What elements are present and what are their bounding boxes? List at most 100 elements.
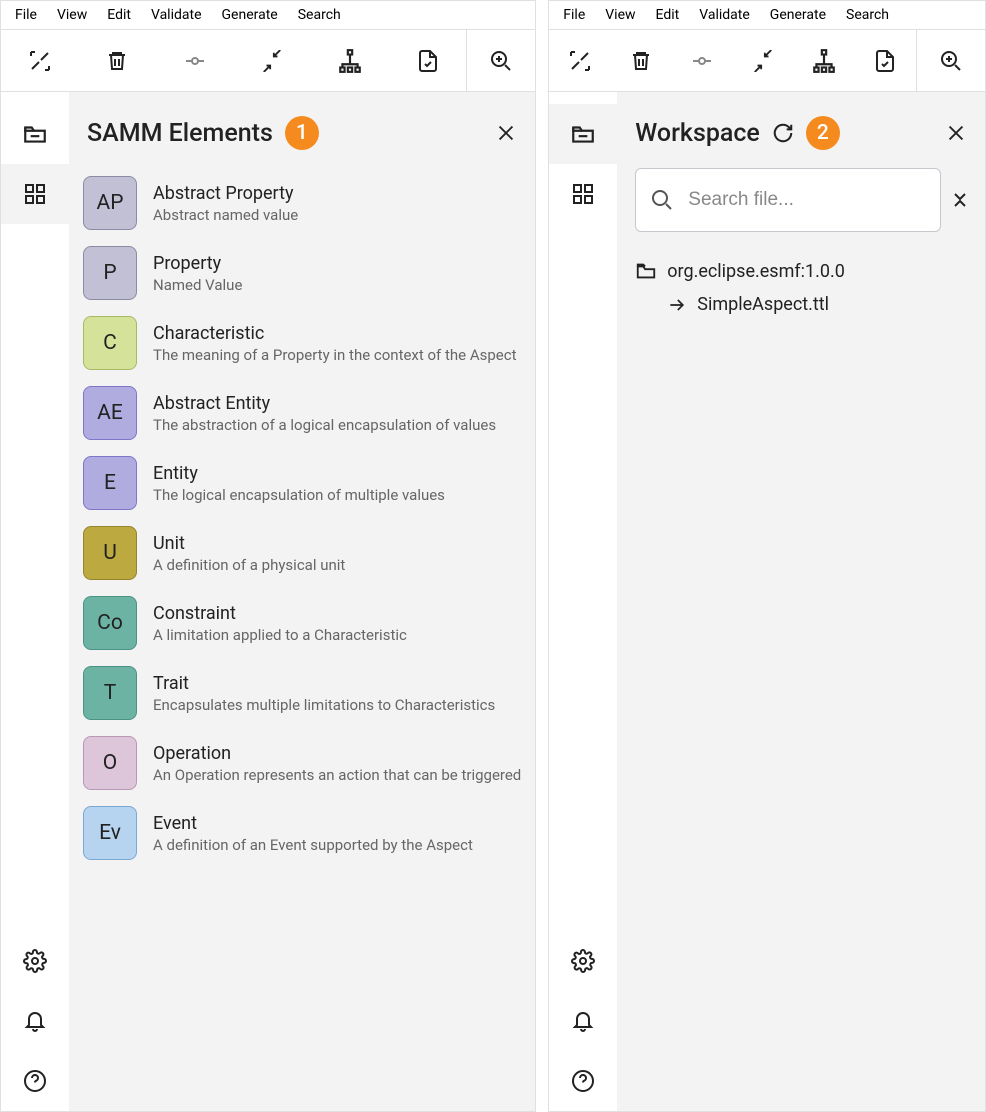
refresh-icon[interactable] [772,122,794,144]
toolbar [549,30,985,92]
elements-panel: SAMM Elements 1 AP Abstract Property Abstr… [69,92,535,1111]
menu-edit[interactable]: Edit [97,3,141,27]
panel-title: Workspace [635,119,760,148]
menu-validate[interactable]: Validate [689,3,760,27]
tree-namespace-label: org.eclipse.esmf:1.0.0 [667,261,845,282]
folder-rail-button[interactable] [549,104,617,164]
minimize-tool[interactable] [733,30,794,91]
expand-collapse-button[interactable] [953,192,967,208]
zoom-in-tool[interactable] [917,30,985,91]
help-rail-button[interactable] [1,1051,69,1111]
collapse-tool[interactable] [1,30,79,91]
element-abbr-box: O [83,736,137,790]
menu-validate[interactable]: Validate [141,3,212,27]
element-desc: A definition of an Event supported by th… [153,836,521,854]
element-item[interactable]: P Property Named Value [83,238,521,308]
hierarchy-tool[interactable] [794,30,855,91]
connect-tool[interactable] [156,30,234,91]
element-abbr-box: U [83,526,137,580]
hierarchy-tool[interactable] [311,30,389,91]
element-title: Trait [153,673,521,694]
help-rail-button[interactable] [549,1051,617,1111]
workspace-panel: Workspace 2 [617,92,985,1111]
element-desc: The logical encapsulation of multiple va… [153,486,521,504]
element-abbr-box: T [83,666,137,720]
element-abbr-box: Ev [83,806,137,860]
minimize-tool[interactable] [234,30,312,91]
menu-search[interactable]: Search [836,3,899,27]
element-desc: The meaning of a Property in the context… [153,346,521,364]
element-desc: A definition of a physical unit [153,556,521,574]
elements-rail-button[interactable] [1,164,69,224]
element-desc: Named Value [153,276,521,294]
close-icon[interactable] [945,122,967,144]
menu-edit[interactable]: Edit [646,3,690,27]
element-abbr-box: AP [83,176,137,230]
element-abbr-box: P [83,246,137,300]
element-desc: An Operation represents an action that c… [153,766,521,784]
element-item[interactable]: AP Abstract Property Abstract named value [83,168,521,238]
tree-file-label: SimpleAspect.ttl [697,294,829,315]
element-item[interactable]: Ev Event A definition of an Event supporte… [83,798,521,868]
element-abbr-box: Co [83,596,137,650]
settings-rail-button[interactable] [549,931,617,991]
panel-title: SAMM Elements [87,119,273,148]
element-title: Characteristic [153,323,521,344]
menu-bar: File View Edit Validate Generate Search [549,1,985,30]
menu-generate[interactable]: Generate [212,3,288,27]
element-item[interactable]: O Operation An Operation represents an act… [83,728,521,798]
menu-generate[interactable]: Generate [760,3,836,27]
toolbar [1,30,535,92]
delete-tool[interactable] [79,30,157,91]
validate-tool[interactable] [855,30,916,91]
delete-tool[interactable] [610,30,671,91]
side-rail [1,92,69,1111]
elements-rail-button[interactable] [549,164,617,224]
menu-search[interactable]: Search [288,3,351,27]
element-item[interactable]: U Unit A definition of a physical unit [83,518,521,588]
element-abbr-box: E [83,456,137,510]
element-item[interactable]: E Entity The logical encapsulation of mult… [83,448,521,518]
element-desc: A limitation applied to a Characteristic [153,626,521,644]
collapse-tool[interactable] [549,30,610,91]
element-desc: Abstract named value [153,206,521,224]
element-item[interactable]: Co Constraint A limitation applied to a Ch… [83,588,521,658]
menu-file[interactable]: File [553,3,595,27]
search-input[interactable] [686,188,926,212]
element-title: Event [153,813,521,834]
element-desc: The abstraction of a logical encapsulati… [153,416,521,434]
element-title: Abstract Entity [153,393,521,414]
element-title: Abstract Property [153,183,521,204]
zoom-in-tool[interactable] [467,30,535,91]
tree-namespace[interactable]: org.eclipse.esmf:1.0.0 [627,254,975,288]
search-input-container[interactable] [635,168,941,232]
notifications-rail-button[interactable] [549,991,617,1051]
editor-window-2: File View Edit Validate Generate Search [548,0,986,1112]
close-icon[interactable] [495,122,517,144]
side-rail [549,92,617,1111]
element-title: Operation [153,743,521,764]
menu-bar: File View Edit Validate Generate Search [1,1,535,30]
settings-rail-button[interactable] [1,931,69,991]
element-item[interactable]: AE Abstract Entity The abstraction of a lo… [83,378,521,448]
callout-badge-1: 1 [285,116,319,150]
element-title: Property [153,253,521,274]
element-title: Entity [153,463,521,484]
workspace-tree: org.eclipse.esmf:1.0.0 SimpleAspect.ttl [617,242,985,333]
element-item[interactable]: C Characteristic The meaning of a Property… [83,308,521,378]
menu-view[interactable]: View [47,3,97,27]
notifications-rail-button[interactable] [1,991,69,1051]
search-icon [650,188,674,212]
connect-tool[interactable] [672,30,733,91]
tree-file[interactable]: SimpleAspect.ttl [627,288,975,321]
element-abbr-box: AE [83,386,137,440]
element-title: Unit [153,533,521,554]
element-item[interactable]: TTraitEncapsulates multiple limitations … [83,658,521,728]
menu-file[interactable]: File [5,3,47,27]
menu-view[interactable]: View [595,3,645,27]
arrow-right-icon [667,295,687,315]
element-title: Constraint [153,603,521,624]
folder-rail-button[interactable] [1,104,69,164]
element-abbr-box: C [83,316,137,370]
validate-tool[interactable] [389,30,467,91]
